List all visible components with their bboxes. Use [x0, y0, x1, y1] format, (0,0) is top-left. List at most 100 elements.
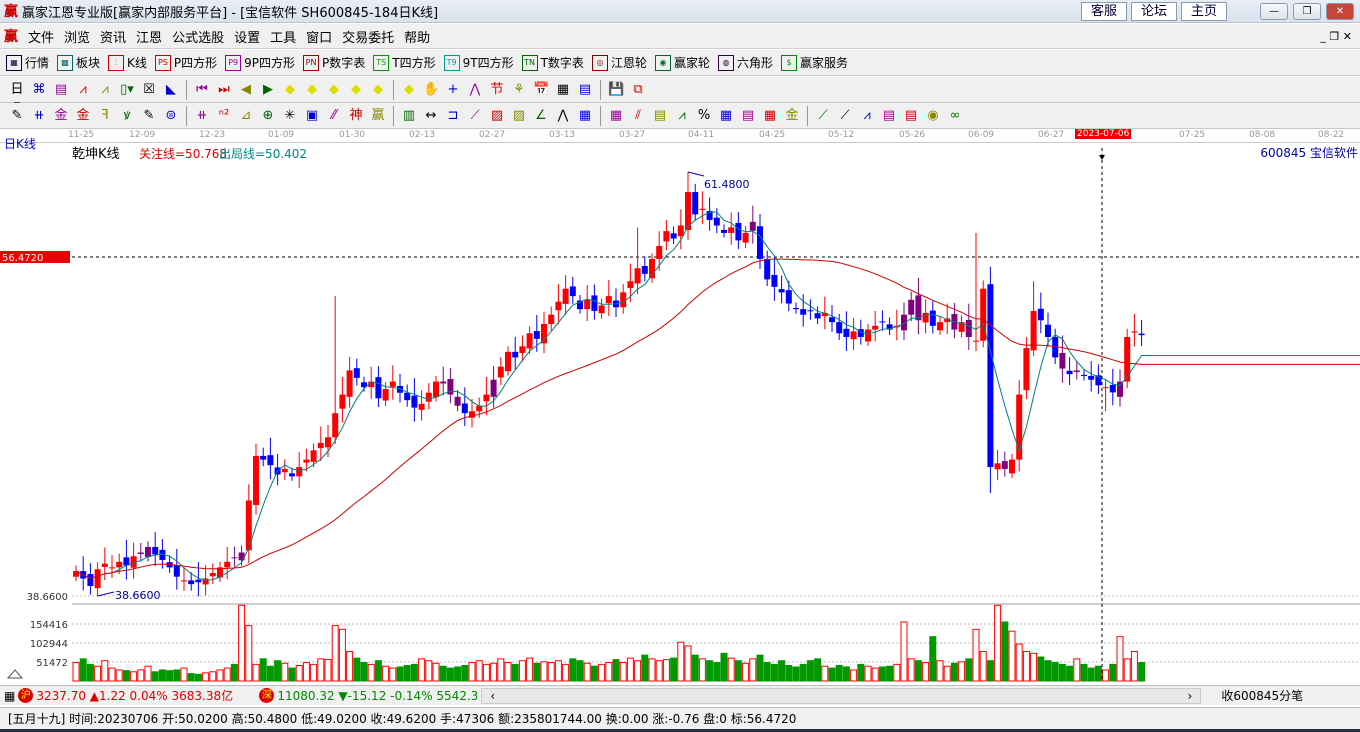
toolbar-button-2[interactable]: ⫶ K线: [108, 54, 147, 71]
tool-icon-15[interactable]: ◆: [348, 82, 364, 98]
tool-icon-20[interactable]: ⟋: [467, 108, 483, 124]
toolbar-button-0[interactable]: ▦ 行情: [6, 54, 49, 71]
tool-icon-18[interactable]: ↔: [423, 108, 439, 124]
tool-icon-1[interactable]: ⌘: [31, 82, 47, 98]
tool-icon-17[interactable]: ◆: [401, 82, 417, 98]
tool-icon-7[interactable]: ⊜: [163, 108, 179, 124]
tool-icon-1[interactable]: ⧺: [31, 108, 47, 124]
toolbar-button-9[interactable]: ◎ 江恩轮: [591, 54, 647, 71]
tool-icon-0[interactable]: 日▾: [9, 82, 25, 113]
tool-icon-16[interactable]: ◆: [370, 82, 386, 98]
menu-item-3[interactable]: 江恩: [136, 31, 162, 46]
tool-icon-30[interactable]: %: [696, 108, 712, 124]
tool-icon-2[interactable]: 金: [53, 108, 69, 124]
tool-icon-26[interactable]: ▦: [608, 108, 624, 124]
link-forum[interactable]: 论坛: [1131, 2, 1177, 21]
tool-icon-4[interactable]: ꟻ: [97, 108, 113, 124]
tool-icon-33[interactable]: ▦: [762, 108, 778, 124]
tool-icon-5[interactable]: ꝟ: [119, 108, 135, 124]
tool-icon-13[interactable]: ▣: [304, 108, 320, 124]
menu-item-9[interactable]: 帮助: [404, 31, 430, 46]
tool-icon-5[interactable]: ▯▾: [119, 82, 135, 98]
tool-icon-8[interactable]: ⧺: [194, 108, 210, 124]
tool-icon-12[interactable]: ✳: [282, 108, 298, 124]
tool-icon-19[interactable]: +: [445, 82, 461, 98]
menu-item-4[interactable]: 公式选股: [172, 31, 224, 46]
tool-icon-8[interactable]: ⏮: [194, 82, 210, 98]
toolbar-button-6[interactable]: TS T四方形: [373, 54, 436, 71]
minimize-button[interactable]: —: [1260, 3, 1288, 20]
tool-icon-21[interactable]: ▨: [489, 108, 505, 124]
menu-item-2[interactable]: 资讯: [100, 31, 126, 46]
close-button[interactable]: ✕: [1326, 3, 1354, 20]
tool-icon-19[interactable]: ⊐: [445, 108, 461, 124]
tool-icon-11[interactable]: ⊕: [260, 108, 276, 124]
tool-icon-17[interactable]: ▥: [401, 108, 417, 124]
tool-icon-26[interactable]: 💾: [608, 82, 624, 98]
toolbar-button-3[interactable]: PS P四方形: [154, 54, 217, 71]
menu-item-0[interactable]: 文件: [28, 31, 54, 46]
tool-icon-25[interactable]: ▦: [577, 108, 593, 124]
tool-icon-12[interactable]: ◆: [282, 82, 298, 98]
tool-icon-18[interactable]: ✋: [423, 82, 439, 98]
tool-icon-14[interactable]: ⁄⁄: [326, 108, 342, 124]
tool-icon-37[interactable]: ⩘: [859, 108, 875, 124]
tool-icon-23[interactable]: ∠: [533, 108, 549, 124]
menu-item-7[interactable]: 窗口: [306, 31, 332, 46]
tool-icon-6[interactable]: ✎: [141, 108, 157, 124]
scroll-left-icon[interactable]: ‹: [490, 689, 495, 703]
mdi-controls[interactable]: _ ❐ ✕: [1320, 30, 1352, 43]
maximize-button[interactable]: ❐: [1293, 3, 1321, 20]
tool-icon-10[interactable]: ◀: [238, 82, 254, 98]
tool-icon-27[interactable]: ⧉: [630, 82, 646, 98]
toolbar-button-4[interactable]: P9 9P四方形: [225, 54, 295, 71]
tool-icon-10[interactable]: ⊿: [238, 108, 254, 124]
tool-icon-27[interactable]: ⫽: [630, 108, 646, 124]
tool-icon-4[interactable]: ⩘: [97, 82, 113, 98]
tool-icon-39[interactable]: ▤: [903, 108, 919, 124]
tool-icon-0[interactable]: ✎: [9, 108, 25, 124]
tool-icon-6[interactable]: ☒: [141, 82, 157, 98]
tool-icon-32[interactable]: ▤: [740, 108, 756, 124]
tool-icon-35[interactable]: ⟋: [815, 108, 831, 124]
tool-icon-25[interactable]: ▤: [577, 82, 593, 98]
tool-icon-41[interactable]: ∞: [947, 108, 963, 124]
menu-item-1[interactable]: 浏览: [64, 31, 90, 46]
toolbar-button-1[interactable]: ▩ 板块: [57, 54, 100, 71]
toolbar-button-5[interactable]: PN P数字表: [303, 54, 365, 71]
tool-icon-31[interactable]: ▦: [718, 108, 734, 124]
kline-chart[interactable]: 56.4720 38.6600 154416 102944 51472 61.4800 38…: [0, 143, 1360, 683]
tool-icon-21[interactable]: 节: [489, 82, 505, 98]
tool-icon-3[interactable]: 金: [75, 108, 91, 124]
toolbar-button-7[interactable]: T9 9T四方形: [443, 54, 514, 71]
tool-icon-28[interactable]: ▤: [652, 108, 668, 124]
tool-icon-13[interactable]: ◆: [304, 82, 320, 98]
tool-icon-29[interactable]: ⩘: [674, 108, 690, 124]
link-home[interactable]: 主页: [1181, 2, 1227, 21]
tool-icon-24[interactable]: ⋀: [555, 108, 571, 124]
tool-icon-9[interactable]: ⏭: [216, 82, 232, 98]
toolbar-button-11[interactable]: ◍ 六角形: [717, 54, 773, 71]
tool-icon-11[interactable]: ▶: [260, 82, 276, 98]
tool-icon-7[interactable]: ◣: [163, 82, 179, 98]
tool-icon-23[interactable]: 📅: [533, 82, 549, 98]
tool-icon-9[interactable]: ⁿ²: [216, 108, 232, 124]
menu-item-6[interactable]: 工具: [270, 31, 296, 46]
scroll-right-icon[interactable]: ›: [1188, 689, 1193, 703]
toolbar-button-8[interactable]: TN T数字表: [521, 54, 584, 71]
tool-icon-20[interactable]: ⋀: [467, 82, 483, 98]
tool-icon-15[interactable]: 神: [348, 108, 364, 124]
tool-icon-22[interactable]: ⚘: [511, 82, 527, 98]
toolbar-button-10[interactable]: ◉ 赢家轮: [654, 54, 710, 71]
tool-icon-16[interactable]: 赢: [370, 108, 386, 124]
tool-icon-24[interactable]: ▦: [555, 82, 571, 98]
tool-icon-3[interactable]: ⩘: [75, 82, 91, 98]
horizontal-scrollbar[interactable]: ‹ ›: [481, 687, 1202, 704]
tool-icon-2[interactable]: ▤: [53, 82, 69, 98]
tool-icon-38[interactable]: ▤: [881, 108, 897, 124]
menu-item-8[interactable]: 交易委托: [342, 31, 394, 46]
tool-icon-40[interactable]: ◉: [925, 108, 941, 124]
tool-icon-34[interactable]: 金: [784, 108, 800, 124]
quote-table-icon[interactable]: ▦: [4, 689, 15, 703]
tick-detail-link[interactable]: 收600845分笔: [1221, 687, 1303, 704]
